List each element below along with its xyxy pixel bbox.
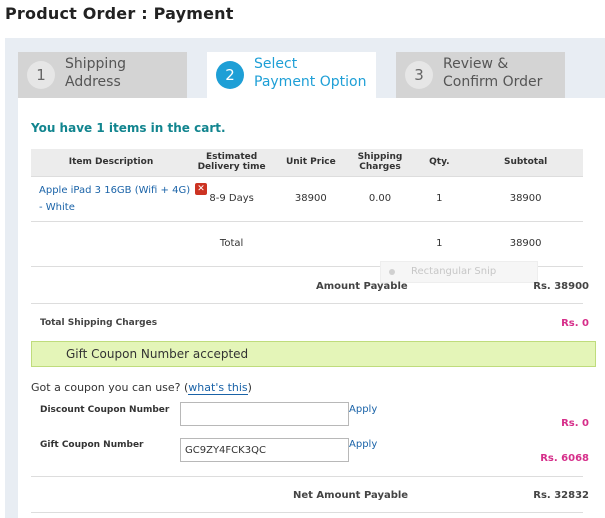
coupon-question-close: ) [247, 381, 252, 394]
cart-summary: You have 1 items in the cart. [31, 121, 226, 135]
item-description-cell: Apple iPad 3 16GB (Wifi + 4G) - White ✕ [31, 176, 207, 222]
step-select-payment[interactable]: 2 Select Payment Option [207, 52, 376, 100]
shipping-charges-label: Total Shipping Charges [40, 318, 158, 328]
total-qty: 1 [410, 221, 469, 267]
step-number-2: 2 [216, 61, 244, 89]
step-number-1: 1 [27, 61, 55, 89]
amount-payable-label: Amount Payable [316, 281, 408, 292]
item-shipping: 0.00 [349, 176, 411, 222]
col-item-description: Item Description [31, 149, 191, 177]
total-empty-cell [31, 221, 191, 267]
discount-coupon-input[interactable] [180, 402, 349, 426]
coupon-accepted-banner: Gift Coupon Number accepted [31, 341, 596, 367]
total-label: Total [191, 221, 273, 267]
gift-amount: Rs. 6068 [540, 453, 589, 464]
discount-amount: Rs. 0 [561, 418, 589, 429]
total-empty-cell [349, 221, 411, 267]
coupon-question-text: Got a coupon you can use? ( [31, 381, 189, 394]
step-label-line2: Confirm Order [443, 74, 543, 90]
net-amount-label: Net Amount Payable [293, 490, 409, 501]
coupon-question: Got a coupon you can use? (what's this) [31, 381, 252, 395]
gift-apply-link[interactable]: Apply [349, 439, 377, 450]
col-shipping-charges: Shipping Charges [349, 149, 411, 177]
step-label: Review & Confirm Order [443, 55, 542, 91]
step-label-line2: Address [65, 74, 121, 90]
gift-coupon-input[interactable] [180, 438, 349, 462]
amount-payable-value: Rs. 38900 [533, 281, 589, 292]
page-title: Product Order : Payment [5, 4, 234, 23]
table-row: Apple iPad 3 16GB (Wifi + 4G) - White ✕ … [31, 176, 583, 222]
step-review-confirm[interactable]: 3 Review & Confirm Order [396, 52, 565, 98]
item-qty: 1 [410, 176, 469, 222]
total-subtotal: 38900 [468, 221, 583, 267]
discount-coupon-label: Discount Coupon Number [40, 405, 170, 415]
item-link[interactable]: Apple iPad 3 16GB (Wifi + 4G) - White [39, 182, 191, 216]
net-amount-value: Rs. 32832 [533, 490, 589, 501]
rectangular-snip-overlay: Rectangular Snip [380, 261, 538, 283]
step-label-line2: Payment Option [254, 74, 367, 90]
cart-table: Item Description Estimated Delivery time… [31, 149, 583, 267]
col-delivery-time: Estimated Delivery time [191, 149, 273, 177]
divider [31, 476, 583, 477]
snip-label: Rectangular Snip [411, 266, 497, 277]
gift-coupon-label: Gift Coupon Number [40, 440, 144, 450]
item-subtotal: 38900 [468, 176, 583, 222]
payment-panel: You have 1 items in the cart. Item Descr… [18, 98, 605, 518]
shipping-charges-value: Rs. 0 [561, 318, 589, 329]
step-label: Select Payment Option [254, 55, 366, 91]
step-label-line1: Shipping [65, 56, 127, 72]
remove-item-icon[interactable]: ✕ [195, 182, 207, 195]
divider [31, 303, 583, 304]
col-unit-price: Unit Price [272, 149, 350, 177]
step-label-line1: Select [254, 56, 298, 72]
step-number-3: 3 [405, 61, 433, 89]
snip-icon [389, 269, 395, 275]
col-subtotal: Subtotal [468, 149, 583, 177]
step-shipping-address[interactable]: 1 Shipping Address [18, 52, 187, 98]
table-total-row: Total 1 38900 [31, 221, 583, 267]
col-qty: Qty. [410, 149, 469, 177]
total-empty-cell [272, 221, 350, 267]
step-label: Shipping Address [65, 55, 126, 91]
checkout-container: 1 Shipping Address 2 Select Payment Opti… [5, 38, 605, 518]
discount-apply-link[interactable]: Apply [349, 404, 377, 415]
whats-this-link[interactable]: what's this [188, 381, 248, 395]
divider [31, 512, 583, 513]
table-header-row: Item Description Estimated Delivery time… [31, 149, 583, 177]
step-label-line1: Review & [443, 56, 509, 72]
item-unit-price: 38900 [272, 176, 350, 222]
